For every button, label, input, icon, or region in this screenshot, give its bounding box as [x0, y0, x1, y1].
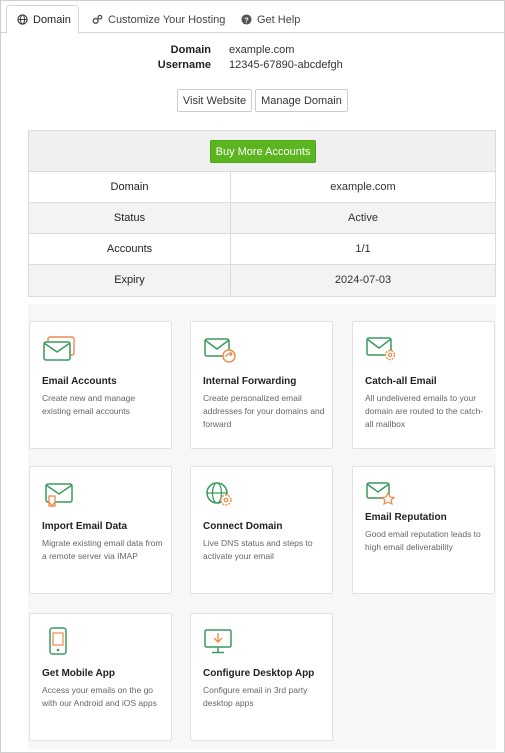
card-connect-domain[interactable]: Connect Domain Live DNS status and steps… [190, 466, 333, 594]
card-title: Email Accounts [42, 376, 117, 387]
card-description: Create new and manage existing email acc… [42, 393, 136, 416]
card-description: Good email reputation leads to high emai… [365, 529, 481, 552]
hosting-panel: Domain Customize Your Hosting ? Get Help… [0, 0, 505, 753]
buy-more-accounts-button[interactable]: Buy More Accounts [210, 140, 316, 163]
card-email-accounts[interactable]: Email Accounts Create new and manage exi… [29, 321, 172, 449]
row-value: 2024-07-03 [334, 274, 392, 286]
visit-website-button[interactable]: Visit Website [177, 89, 252, 112]
card-description: Live DNS status and steps to activate yo… [203, 538, 313, 561]
row-label: Accounts [29, 234, 231, 264]
card-email-reputation[interactable]: Email Reputation Good email reputation l… [352, 466, 495, 594]
card-description: Access your emails on the go with our An… [42, 685, 157, 708]
card-internal-forwarding[interactable]: Internal Forwarding Create personalized … [190, 321, 333, 449]
domain-label: Domain [170, 44, 211, 56]
card-title: Internal Forwarding [203, 376, 297, 387]
tab-customize-label: Customize Your Hosting [108, 13, 226, 26]
table-row: Domain example.com [29, 172, 495, 203]
card-description: Migrate existing email data from a remot… [42, 538, 163, 561]
desktop-app-icon [203, 627, 237, 655]
email-reputation-icon [365, 480, 399, 508]
domain-details-table: Buy More Accounts Domain example.com Sta… [28, 130, 496, 297]
card-title: Email Reputation [365, 512, 447, 523]
table-row: Expiry 2024-07-03 [29, 265, 495, 296]
card-title: Get Mobile App [42, 668, 115, 679]
table-row: Accounts 1/1 [29, 234, 495, 265]
card-title: Configure Desktop App [203, 668, 315, 679]
email-features-grid: Email Accounts Create new and manage exi… [28, 304, 496, 749]
row-value: example.com [330, 181, 396, 193]
card-import-email-data[interactable]: Import Email Data Migrate existing email… [29, 466, 172, 594]
domain-value: example.com [229, 44, 295, 56]
tab-domain[interactable]: Domain [6, 5, 79, 34]
card-title: Connect Domain [203, 521, 283, 532]
globe-icon [17, 14, 28, 26]
manage-domain-button[interactable]: Manage Domain [255, 89, 348, 112]
row-value: Active [348, 212, 378, 224]
tab-get-help[interactable]: ? Get Help [230, 5, 310, 34]
tab-domain-label: Domain [33, 13, 71, 26]
tab-customize-hosting[interactable]: Customize Your Hosting [81, 5, 235, 34]
row-label: Domain [29, 172, 231, 202]
row-label: Status [29, 203, 231, 233]
connect-domain-icon [203, 480, 237, 508]
username-label: Username [157, 59, 211, 71]
mobile-app-icon [42, 627, 76, 655]
cogs-icon [91, 14, 103, 26]
card-description: Create personalized email addresses for … [203, 393, 325, 429]
row-label: Expiry [29, 265, 231, 295]
card-description: Configure email in 3rd party desktop app… [203, 685, 308, 708]
tab-bar: Domain Customize Your Hosting ? Get Help [1, 1, 504, 34]
username-info-row: Username 12345-67890-abcdefgh [1, 59, 504, 74]
email-accounts-icon [42, 335, 76, 363]
card-configure-desktop-app[interactable]: Configure Desktop App Configure email in… [190, 613, 333, 741]
card-title: Import Email Data [42, 521, 128, 532]
domain-info-row: Domain example.com [1, 44, 504, 59]
help-circle-icon: ? [240, 14, 252, 26]
table-row: Status Active [29, 203, 495, 234]
username-value: 12345-67890-abcdefgh [229, 59, 343, 71]
svg-text:?: ? [244, 15, 249, 24]
catch-all-icon [365, 335, 399, 363]
tab-get-help-label: Get Help [257, 13, 301, 26]
card-title: Catch-all Email [365, 376, 437, 387]
card-description: All undelivered emails to your domain ar… [365, 393, 484, 429]
card-get-mobile-app[interactable]: Get Mobile App Access your emails on the… [29, 613, 172, 741]
row-value: 1/1 [355, 243, 371, 255]
email-forward-icon [203, 335, 237, 363]
import-email-icon [42, 480, 76, 508]
card-catch-all-email[interactable]: Catch-all Email All undelivered emails t… [352, 321, 495, 449]
table-header: Buy More Accounts [29, 131, 495, 172]
